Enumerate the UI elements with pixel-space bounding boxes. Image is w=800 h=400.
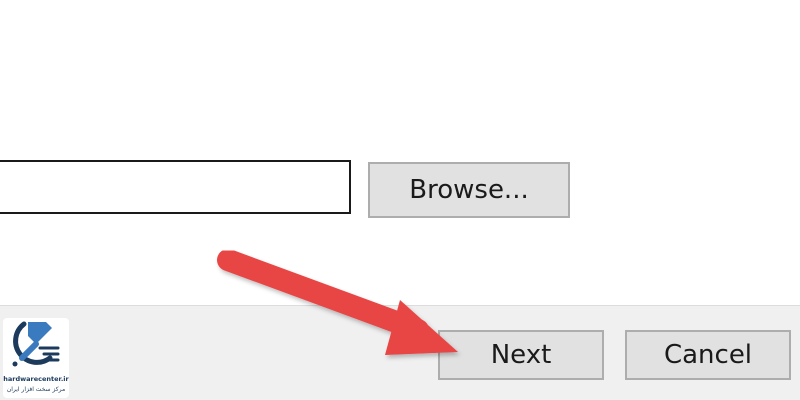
browse-button[interactable]: Browse...	[368, 162, 570, 218]
cancel-button[interactable]: Cancel	[625, 330, 791, 380]
hardwarecenter-logo: hardwarecenter.ir مرکز سخت افزار ایران	[3, 318, 69, 398]
install-path-input[interactable]	[0, 160, 351, 214]
next-button[interactable]: Next	[438, 330, 604, 380]
logo-text-persian: مرکز سخت افزار ایران	[6, 386, 66, 393]
logo-text-english: hardwarecenter.ir	[3, 375, 69, 383]
installer-dialog: Browse... Next Cancel hardwarecenter.ir …	[0, 0, 800, 400]
wrench-logo-icon	[12, 321, 60, 367]
